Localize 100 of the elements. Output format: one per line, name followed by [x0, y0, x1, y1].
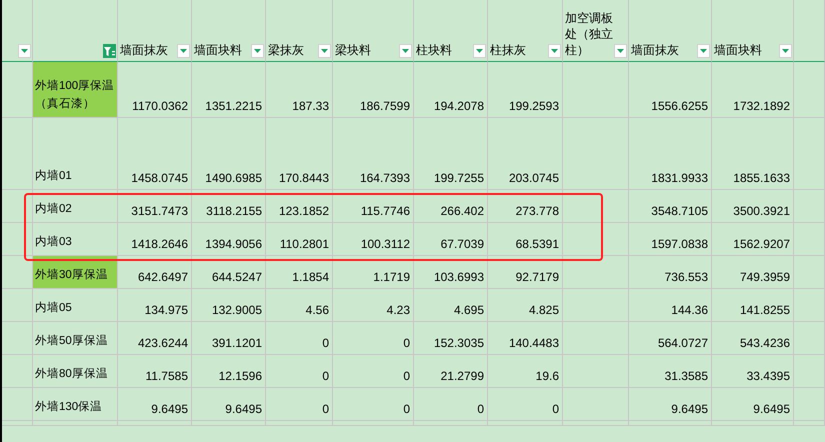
column-header: 柱抹灰 [490, 42, 527, 58]
table-cell: 1490.6985 [192, 118, 266, 190]
table-cell: 273.778 [488, 190, 563, 223]
table-cell: 564.0727 [629, 322, 712, 355]
table-cell: 0 [333, 388, 414, 421]
table-cell [563, 289, 629, 322]
table-cell: 33.4395 [712, 355, 794, 388]
table-cell: 140.4483 [488, 322, 563, 355]
table-cell: 外墙100厚保温（真石漆） [33, 62, 118, 118]
table-cell: 642.6497 [118, 256, 192, 289]
table-cell [563, 256, 629, 289]
table-cell: 199.2593 [488, 62, 563, 118]
table-cell: 170.8443 [266, 118, 333, 190]
table-cell: 100.3112 [333, 223, 414, 256]
table-cell: 1732.1892 [712, 62, 794, 118]
table-cell: 3118.2155 [192, 190, 266, 223]
table-cell: 123.1852 [266, 190, 333, 223]
column-header: 梁抹灰 [268, 42, 305, 58]
table-cell [794, 118, 825, 190]
table-cell: 0 [333, 322, 414, 355]
table-cell [794, 322, 825, 355]
table-cell: 199.7255 [414, 118, 488, 190]
table-cell: 0 [266, 388, 333, 421]
table-cell: 1458.0745 [118, 118, 192, 190]
table-cell: 19.6 [488, 355, 563, 388]
table-cell [794, 289, 825, 322]
table-cell: 21.2799 [414, 355, 488, 388]
table-cell [2, 355, 33, 388]
table-cell: 423.6244 [118, 322, 192, 355]
filter-button[interactable] [779, 44, 792, 58]
table-cell: 186.7599 [333, 62, 414, 118]
table-cell [794, 256, 825, 289]
table-cell [794, 388, 825, 421]
table-cell: 0 [488, 388, 563, 421]
table-cell: 144.36 [629, 289, 712, 322]
filter-button[interactable] [18, 44, 31, 58]
filter-button[interactable] [103, 44, 116, 58]
table-cell: 12.1596 [192, 355, 266, 388]
table-cell: 68.5391 [488, 223, 563, 256]
table-cell: 0 [266, 355, 333, 388]
table-cell: 67.7039 [414, 223, 488, 256]
table-cell: 1.1854 [266, 256, 333, 289]
table-cell: 4.695 [414, 289, 488, 322]
table-cell: 1562.9207 [712, 223, 794, 256]
table-cell: 4.825 [488, 289, 563, 322]
table-cell: 0 [266, 322, 333, 355]
table-cell [563, 223, 629, 256]
table-cell [563, 190, 629, 223]
table-cell: 92.7179 [488, 256, 563, 289]
table-cell: 203.0745 [488, 118, 563, 190]
table-cell: 4.23 [333, 289, 414, 322]
dropdown-icon [180, 49, 187, 53]
table-cell: 3500.3921 [712, 190, 794, 223]
table-cell: 152.3035 [414, 322, 488, 355]
table-cell: 644.5247 [192, 256, 266, 289]
filter-button[interactable] [318, 44, 331, 58]
table-cell [563, 118, 629, 190]
table-cell: 外墙50厚保温 [33, 322, 118, 355]
filter-button[interactable] [697, 44, 710, 58]
table-cell: 1170.0362 [118, 62, 192, 118]
table-cell: 1855.1633 [712, 118, 794, 190]
table-cell: 31.3585 [629, 355, 712, 388]
dropdown-icon [476, 49, 483, 53]
table-cell: 内墙01 [33, 118, 118, 190]
filter-button[interactable] [251, 44, 264, 58]
table-cell [794, 190, 825, 223]
table-cell: 187.33 [266, 62, 333, 118]
table-cell: 1597.0838 [629, 223, 712, 256]
table-cell: 543.4236 [712, 322, 794, 355]
table-cell [2, 190, 33, 223]
table-cell: 736.553 [629, 256, 712, 289]
table-cell: 164.7393 [333, 118, 414, 190]
table-cell: 0 [333, 355, 414, 388]
dropdown-icon [617, 49, 624, 53]
table-cell: 110.2801 [266, 223, 333, 256]
table-cell: 3548.7105 [629, 190, 712, 223]
filter-button[interactable] [399, 44, 412, 58]
table-cell [794, 355, 825, 388]
dropdown-icon [551, 49, 558, 53]
column-header: 墙面块料 [714, 42, 763, 58]
table-cell: 外墙130保温 [33, 388, 118, 421]
dropdown-icon [254, 49, 261, 53]
table-cell: 11.7585 [118, 355, 192, 388]
column-header: 墙面抹灰 [631, 42, 680, 58]
table-cell: 1556.6255 [629, 62, 712, 118]
filter-button[interactable] [473, 44, 486, 58]
column-header: 墙面抹灰 [120, 42, 169, 58]
column-header: 梁块料 [335, 42, 372, 58]
table-cell: 1351.2215 [192, 62, 266, 118]
filter-button[interactable] [614, 44, 627, 58]
table-cell: 1.1719 [333, 256, 414, 289]
table-cell: 外墙80厚保温 [33, 355, 118, 388]
table-cell: 内墙05 [33, 289, 118, 322]
table-cell: 391.1201 [192, 322, 266, 355]
column-header: 加空调板处（独立柱） [565, 10, 614, 58]
filter-button[interactable] [177, 44, 190, 58]
dropdown-icon [402, 49, 409, 53]
filter-button[interactable] [548, 44, 561, 58]
table-cell: 1831.9933 [629, 118, 712, 190]
table-cell: 9.6495 [629, 388, 712, 421]
